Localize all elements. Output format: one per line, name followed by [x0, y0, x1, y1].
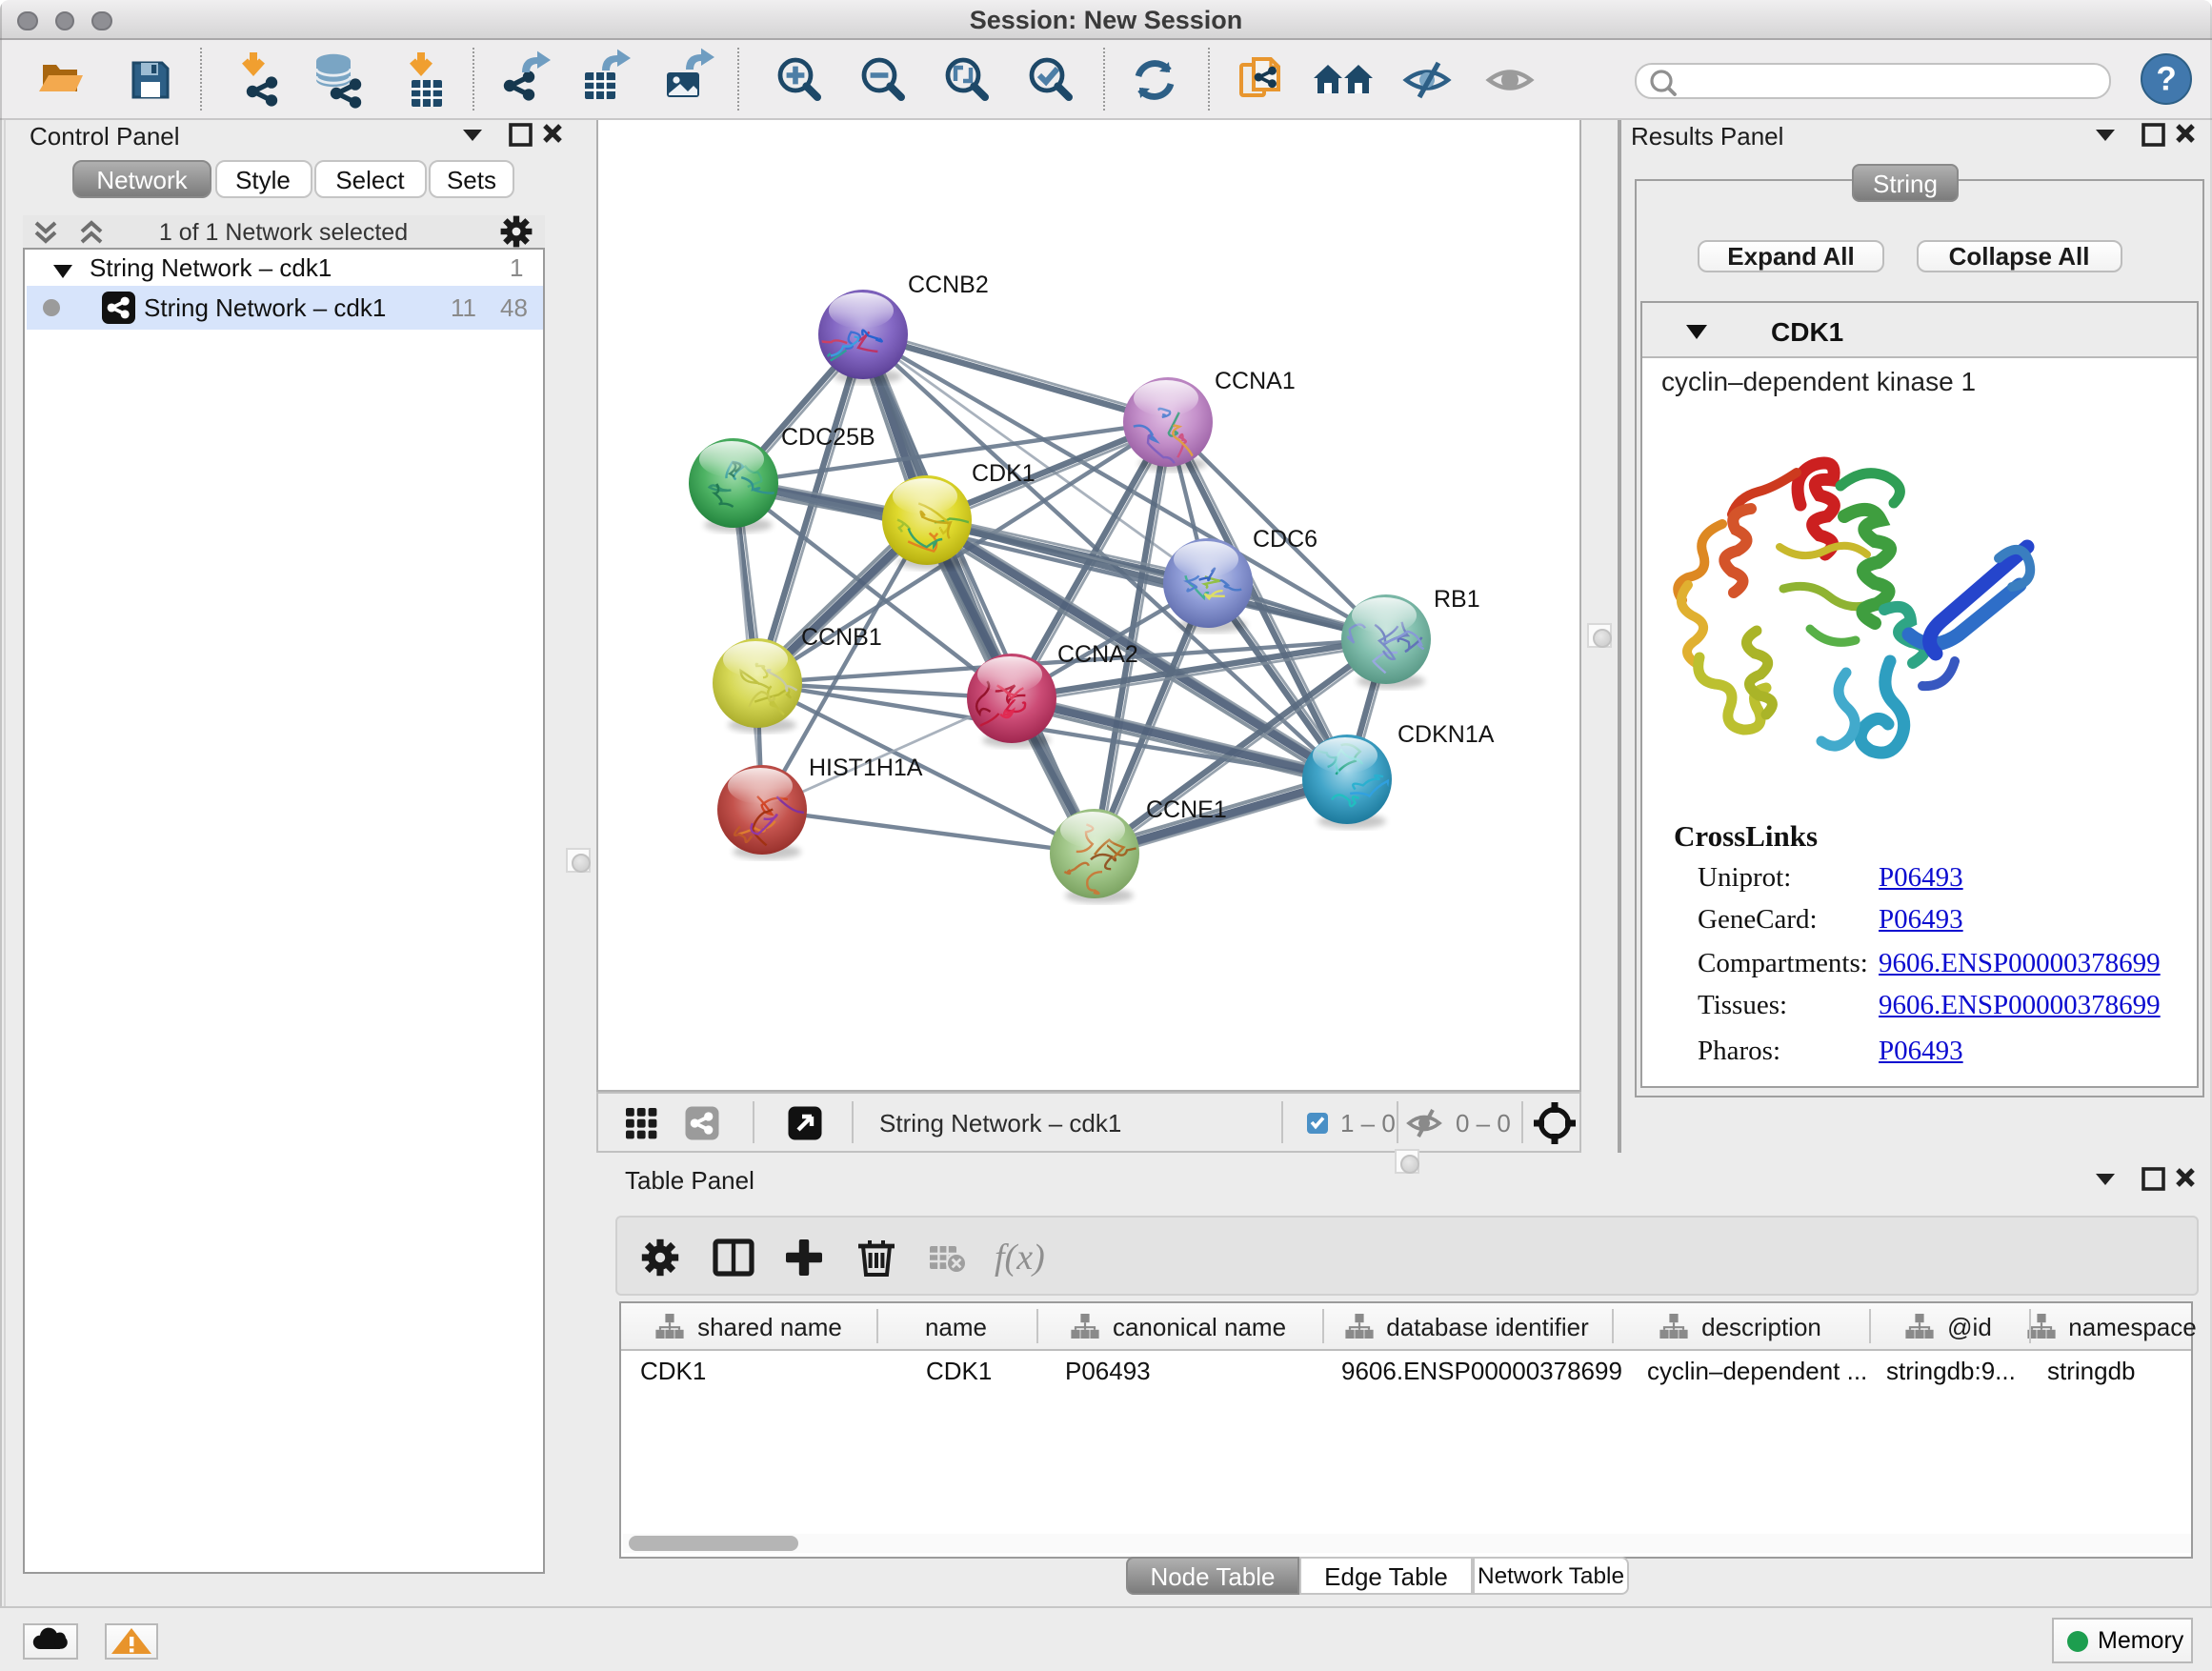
svg-text:CDC25B: CDC25B	[780, 423, 875, 450]
svg-text:CCNE1: CCNE1	[1145, 795, 1226, 822]
svg-text:HIST1H1A: HIST1H1A	[808, 754, 922, 780]
svg-text:String Network – cdk1: String Network – cdk1	[878, 1109, 1120, 1137]
svg-text:CCNA2: CCNA2	[1056, 640, 1137, 667]
svg-text:CDK1: CDK1	[971, 459, 1035, 486]
svg-text:CCNB2: CCNB2	[907, 271, 988, 297]
svg-text:CDC6: CDC6	[1252, 525, 1317, 552]
svg-text:CCNA1: CCNA1	[1214, 367, 1295, 393]
svg-text:RB1: RB1	[1433, 585, 1479, 612]
svg-text:CDKN1A: CDKN1A	[1397, 720, 1494, 747]
svg-text:CCNB1: CCNB1	[800, 623, 881, 650]
svg-text:0 – 0: 0 – 0	[1455, 1109, 1510, 1137]
svg-text:f(x): f(x)	[994, 1237, 1044, 1277]
svg-text:1 – 0: 1 – 0	[1339, 1109, 1395, 1137]
svg-text:?: ?	[2156, 61, 2176, 98]
